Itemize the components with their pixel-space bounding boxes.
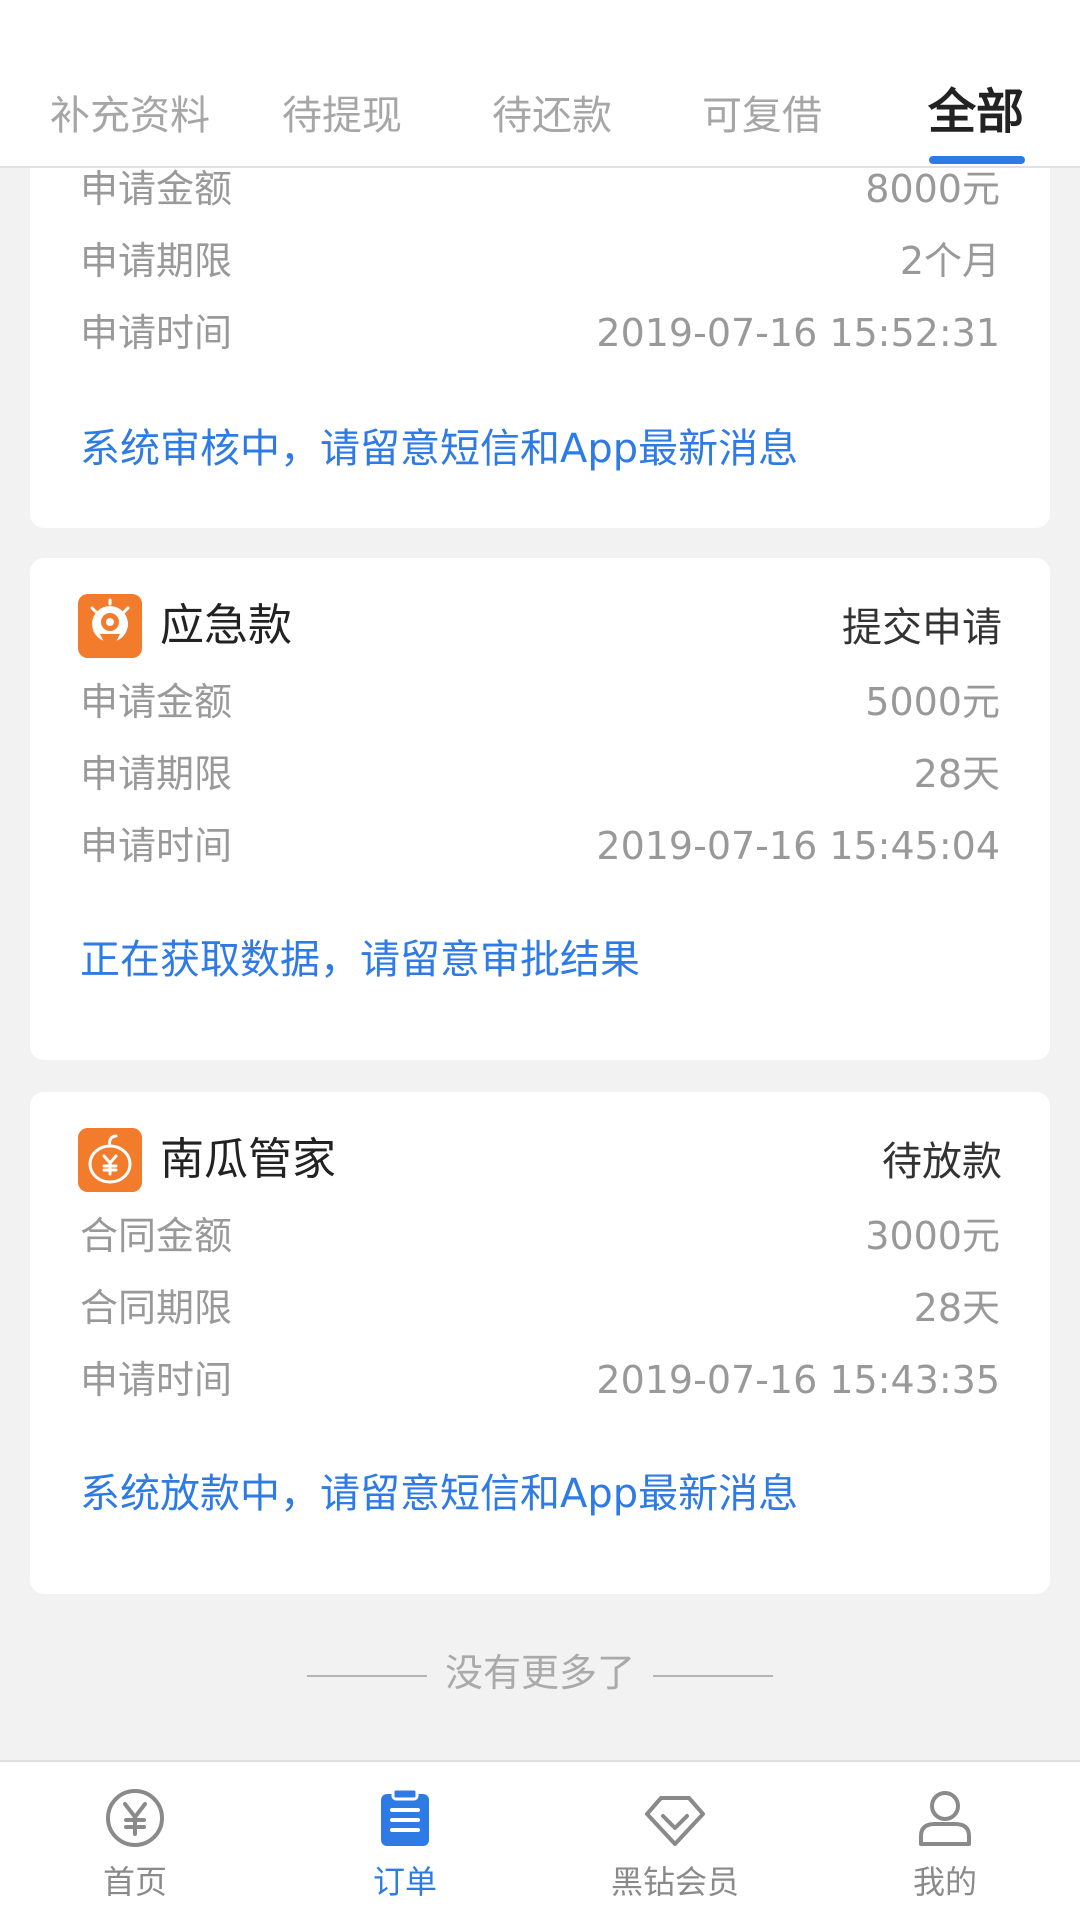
nav-item-home[interactable]: 首页	[0, 1762, 270, 1920]
order-tabs: 补充资料 待提现 待还款 可复借 全部	[0, 0, 1080, 168]
order-status-note: 系统审核中，请留意短信和App最新消息	[80, 426, 799, 472]
active-tab-indicator	[929, 156, 1025, 164]
user-icon	[919, 1791, 971, 1846]
row-value: 28天	[913, 1286, 1000, 1330]
pumpkin-yen-icon	[78, 1128, 142, 1192]
order-status-note: 正在获取数据，请留意审批结果	[80, 937, 640, 983]
order-row: 申请金额 5000元	[80, 674, 1000, 730]
row-label: 申请时间	[80, 1358, 233, 1402]
row-value: 2019-07-16 15:45:04	[596, 824, 1000, 868]
nav-label: 我的	[912, 1863, 977, 1901]
row-label: 合同期限	[80, 1286, 233, 1330]
tab-supplement-info[interactable]: 补充资料	[50, 88, 210, 144]
row-value: 2019-07-16 15:52:31	[596, 311, 1000, 355]
row-value: 5000元	[865, 680, 1000, 724]
order-card[interactable]: 南瓜管家 待放款 合同金额 3000元 合同期限 28天 申请时间 2019-0…	[30, 1092, 1050, 1594]
row-value: 2019-07-16 15:43:35	[596, 1358, 1000, 1402]
row-value: 28天	[913, 752, 1000, 796]
order-row: 申请时间 2019-07-16 15:52:31	[80, 305, 1000, 361]
product-name: 应急款	[160, 600, 292, 651]
tab-all[interactable]: 全部	[928, 84, 1024, 140]
yen-coin-icon	[106, 1789, 164, 1847]
divider	[653, 1674, 773, 1677]
card-header: 南瓜管家 待放款	[78, 1128, 1002, 1192]
row-label: 申请时间	[80, 824, 233, 868]
order-row: 合同期限 28天	[80, 1280, 1000, 1336]
order-row: 申请时间 2019-07-16 15:43:35	[80, 1352, 1000, 1408]
order-row: 申请期限 28天	[80, 746, 1000, 802]
row-label: 申请期限	[80, 239, 233, 283]
order-row: 申请金额 8000元	[80, 168, 1000, 217]
order-list[interactable]: 申请金额 8000元 申请期限 2个月 申请时间 2019-07-16 15:5…	[0, 168, 1080, 1760]
lightbulb-coin-icon	[78, 594, 142, 658]
row-value: 2个月	[899, 239, 1000, 283]
tab-pending-repay[interactable]: 待还款	[492, 88, 612, 144]
row-label: 申请金额	[80, 168, 233, 211]
order-status-note: 系统放款中，请留意短信和App最新消息	[80, 1471, 799, 1517]
list-end-indicator: 没有更多了	[0, 1643, 1080, 1703]
row-value: 8000元	[865, 168, 1000, 211]
card-header: 应急款 提交申请	[78, 594, 1002, 658]
order-row: 申请时间 2019-07-16 15:45:04	[80, 818, 1000, 874]
row-value: 3000元	[865, 1214, 1000, 1258]
order-card[interactable]: 应急款 提交申请 申请金额 5000元 申请期限 28天 申请时间 2019-0…	[30, 558, 1050, 1060]
nav-item-profile[interactable]: 我的	[810, 1762, 1080, 1920]
tab-reborrow[interactable]: 可复借	[702, 88, 822, 144]
diamond-icon	[645, 1796, 705, 1846]
order-card[interactable]: 申请金额 8000元 申请期限 2个月 申请时间 2019-07-16 15:5…	[30, 168, 1050, 528]
product-name: 南瓜管家	[160, 1134, 336, 1185]
row-label: 申请金额	[80, 680, 233, 724]
tab-pending-withdraw[interactable]: 待提现	[282, 88, 402, 144]
nav-item-vip[interactable]: 黑钻会员	[540, 1762, 810, 1920]
order-row: 合同金额 3000元	[80, 1208, 1000, 1264]
bottom-nav: 首页 订单 黑钻会员 我的	[0, 1760, 1080, 1920]
nav-label: 首页	[102, 1863, 167, 1901]
row-label: 申请时间	[80, 311, 233, 355]
order-status: 待放款	[882, 1139, 1002, 1185]
nav-label: 黑钻会员	[610, 1863, 739, 1901]
nav-label: 订单	[372, 1863, 437, 1901]
row-label: 申请期限	[80, 752, 233, 796]
order-row: 申请期限 2个月	[80, 233, 1000, 289]
order-status: 提交申请	[842, 605, 1002, 651]
nav-item-orders[interactable]: 订单	[270, 1762, 540, 1920]
row-label: 合同金额	[80, 1214, 233, 1258]
divider	[306, 1674, 427, 1677]
end-text: 没有更多了	[444, 1651, 635, 1695]
clipboard-list-icon	[381, 1787, 429, 1846]
